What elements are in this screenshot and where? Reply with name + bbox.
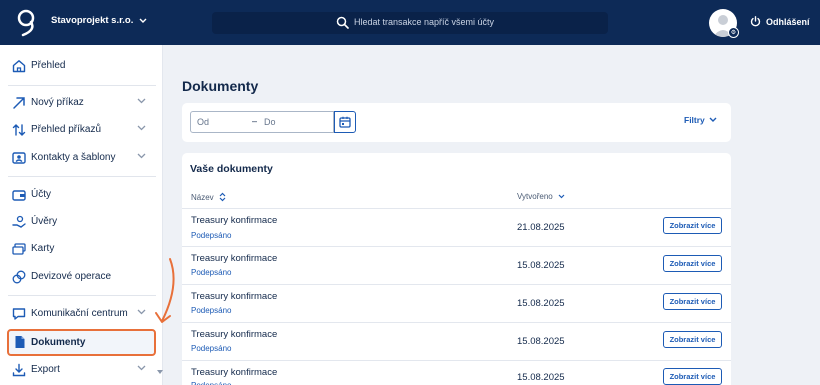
wallet-icon [12, 188, 26, 202]
loan-hand-icon [12, 215, 26, 229]
document-date: 15.08.2025 [517, 298, 565, 309]
sidebar-item-prehled-prikazu[interactable]: Přehled příkazů [0, 117, 163, 143]
chevron-down-icon [137, 365, 146, 371]
document-date: 15.08.2025 [517, 372, 565, 383]
chevron-down-icon [709, 117, 717, 122]
document-status: Podepsáno [191, 344, 232, 353]
company-name: Stavoprojekt s.r.o. [51, 15, 134, 26]
chat-bubble-icon [12, 307, 26, 321]
sidebar-item-karty[interactable]: Karty [0, 236, 163, 262]
show-more-button[interactable]: Zobrazit více [663, 368, 722, 385]
search-placeholder: Hledat transakce napříč všemi účty [354, 17, 495, 27]
show-more-button[interactable]: Zobrazit více [663, 331, 722, 348]
calendar-icon [339, 116, 351, 128]
currency-exchange-icon [12, 270, 26, 284]
bank-logo-icon[interactable] [14, 8, 38, 38]
document-date: 15.08.2025 [517, 260, 565, 271]
document-date: 15.08.2025 [517, 336, 565, 347]
transfer-arrows-icon [12, 123, 26, 137]
document-status: Podepsáno [191, 268, 232, 277]
column-label: Vytvořeno [517, 192, 553, 201]
arrow-up-right-icon [12, 96, 26, 110]
document-date: 21.08.2025 [517, 222, 565, 233]
cards-icon [12, 242, 26, 256]
document-status: Podepsáno [191, 381, 231, 385]
column-header-name[interactable]: Název [191, 192, 226, 202]
search-icon [336, 16, 349, 29]
sidebar-divider [8, 85, 156, 86]
chevron-down-icon [139, 18, 147, 23]
sidebar-item-label: Úvěry [31, 216, 58, 227]
chevron-down-icon [137, 309, 146, 315]
contact-card-icon [12, 151, 26, 165]
calendar-button[interactable] [334, 111, 356, 133]
table-divider [182, 246, 731, 247]
table-divider [182, 360, 731, 361]
settings-badge-icon[interactable]: ⚙ [728, 27, 739, 38]
document-name: Treasury konfirmace [191, 291, 278, 302]
table-divider [182, 322, 731, 323]
show-more-button[interactable]: Zobrazit více [663, 217, 722, 234]
date-range-separator: – [252, 116, 258, 126]
documents-title: Vaše dokumenty [190, 163, 273, 175]
annotation-arrow-icon [155, 258, 175, 323]
date-from-field[interactable]: Od [197, 117, 209, 127]
sidebar-divider [8, 295, 156, 296]
document-name: Treasury konfirmace [191, 329, 278, 340]
power-icon [750, 16, 761, 27]
sidebar-item-label: Devizové operace [31, 271, 112, 282]
document-name: Treasury konfirmace [191, 215, 278, 226]
sidebar-scrollbar[interactable] [157, 362, 163, 380]
sidebar-item-label: Export [31, 364, 60, 375]
sidebar-item-dokumenty[interactable]: Dokumenty [7, 329, 156, 356]
sort-icon [219, 192, 226, 202]
filters-label: Filtry [684, 115, 705, 125]
sidebar-item-label: Dokumenty [31, 337, 86, 348]
document-name: Treasury konfirmace [191, 253, 278, 264]
show-more-button[interactable]: Zobrazit více [663, 293, 722, 310]
download-icon [12, 363, 26, 377]
filters-button[interactable]: Filtry [684, 115, 717, 125]
sidebar-item-komunikacni-centrum[interactable]: Komunikační centrum [0, 301, 163, 327]
home-icon [12, 59, 26, 73]
sidebar-item-prehled[interactable]: Přehled [0, 53, 163, 79]
sidebar-item-novy-prikaz[interactable]: Nový příkaz [0, 90, 163, 116]
chevron-down-icon [137, 98, 146, 104]
sidebar-item-label: Přehled příkazů [31, 124, 102, 135]
date-to-field[interactable]: Do [264, 117, 276, 127]
document-icon [13, 335, 27, 354]
document-status: Podepsáno [191, 306, 232, 315]
sidebar-item-kontakty[interactable]: Kontakty a šablony [0, 145, 163, 171]
document-status: Podepsáno [191, 231, 232, 240]
sidebar-item-uvery[interactable]: Úvěry [0, 209, 163, 235]
show-more-button[interactable]: Zobrazit více [663, 255, 722, 272]
sidebar-item-label: Karty [31, 243, 55, 254]
chevron-down-icon [137, 125, 146, 131]
sidebar-item-export[interactable]: Export [0, 357, 163, 383]
chevron-down-icon [558, 194, 565, 199]
sidebar-divider [8, 176, 156, 177]
sidebar-item-label: Účty [31, 189, 51, 200]
scroll-down-icon [157, 370, 163, 374]
document-name: Treasury konfirmace [191, 367, 278, 378]
table-divider [182, 284, 731, 285]
column-header-created[interactable]: Vytvořeno [517, 192, 565, 201]
date-range-input[interactable]: Od – Do [190, 111, 334, 133]
logout-label: Odhlášení [766, 16, 810, 27]
sidebar-item-label: Přehled [31, 60, 66, 71]
documents-card [182, 153, 731, 385]
sidebar-item-label: Kontakty a šablony [31, 152, 116, 163]
search-input[interactable]: Hledat transakce napříč všemi účty [212, 12, 608, 34]
table-divider [182, 208, 731, 209]
chevron-down-icon [137, 153, 146, 159]
sidebar-item-ucty[interactable]: Účty [0, 182, 163, 208]
logout-button[interactable]: Odhlášení [750, 16, 810, 27]
column-label: Název [191, 192, 214, 202]
company-switcher[interactable]: Stavoprojekt s.r.o. [51, 15, 147, 26]
sidebar-item-label: Komunikační centrum [31, 308, 128, 319]
sidebar-item-label: Nový příkaz [31, 97, 84, 108]
top-bar: Stavoprojekt s.r.o. Hledat transakce nap… [0, 0, 820, 45]
page-title: Dokumenty [182, 78, 259, 94]
sidebar-item-devizove-operace[interactable]: Devizové operace [0, 264, 163, 290]
